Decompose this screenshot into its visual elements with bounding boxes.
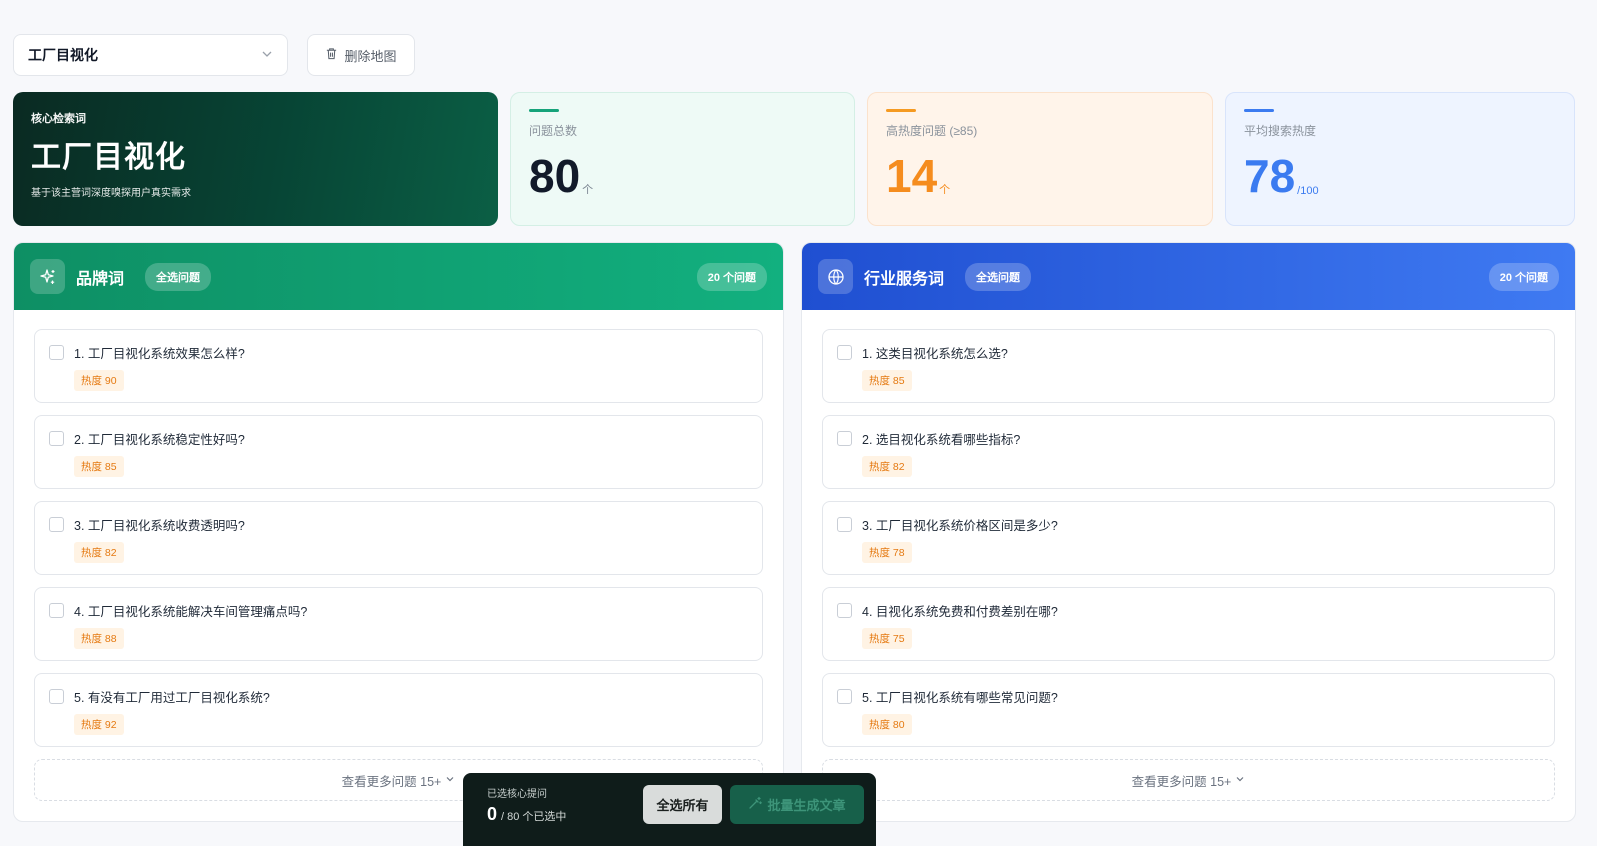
question-text: 4. 目视化系统免费和付费差别在哪? — [862, 605, 1058, 619]
core-keyword-eyebrow: 核心检索词 — [31, 113, 86, 125]
sparkle-icon — [30, 259, 65, 294]
heat-badge: 热度 88 — [74, 628, 124, 649]
question-text: 3. 工厂目视化系统价格区间是多少? — [862, 519, 1058, 533]
show-more-label: 查看更多问题 15+ — [341, 774, 442, 789]
select-all-button[interactable]: 全选所有 — [643, 785, 722, 824]
question-checkbox[interactable] — [49, 603, 64, 618]
question-checkbox[interactable] — [837, 345, 852, 360]
question-count-badge: 20 个问题 — [1488, 262, 1559, 291]
chevron-down-icon — [445, 773, 455, 787]
core-keyword-subtitle: 基于该主营词深度嗅探用户真实需求 — [31, 188, 191, 199]
question-text: 3. 工厂目视化系统收费透明吗? — [74, 519, 245, 533]
keyword-select[interactable]: 工厂目视化 — [13, 34, 288, 76]
stat-label: 高热度问题 (≥85) — [886, 124, 978, 138]
trash-icon — [325, 47, 338, 63]
question-text: 5. 工厂目视化系统有哪些常见问题? — [862, 691, 1058, 705]
chevron-down-icon — [1235, 773, 1245, 787]
show-more-button[interactable]: 查看更多问题 15+ — [822, 759, 1555, 801]
question-checkbox[interactable] — [49, 431, 64, 446]
stat-unit: 个 — [582, 184, 594, 196]
core-keyword-card: 核心检索词 工厂目视化 基于该主营词深度嗅探用户真实需求 — [13, 92, 498, 226]
stat-label: 平均搜索热度 — [1244, 124, 1317, 138]
question-item[interactable]: 3. 工厂目视化系统价格区间是多少? 热度 78 — [822, 501, 1555, 575]
question-count-badge: 20 个问题 — [696, 262, 767, 291]
core-keyword-title: 工厂目视化 — [31, 141, 186, 174]
stat-value: 14 — [886, 150, 938, 202]
stat-value: 78 — [1244, 150, 1296, 202]
stat-unit: /100 — [1297, 185, 1319, 197]
stat-card-avg-heat: 平均搜索热度 78 /100 — [1225, 92, 1575, 226]
stat-accent-bar — [886, 109, 916, 112]
magic-wand-icon — [748, 796, 763, 813]
selected-total-text: / 80 个已选中 — [501, 811, 567, 823]
select-all-questions-button[interactable]: 全选问题 — [145, 262, 212, 291]
heat-badge: 热度 78 — [862, 542, 912, 563]
question-text: 4. 工厂目视化系统能解决车间管理痛点吗? — [74, 605, 308, 619]
question-text: 5. 有没有工厂用过工厂目视化系统? — [74, 691, 270, 705]
question-checkbox[interactable] — [49, 517, 64, 532]
question-item[interactable]: 2. 工厂目视化系统稳定性好吗? 热度 85 — [34, 415, 763, 489]
panel-header: 行业服务词 全选问题 20 个问题 — [802, 243, 1575, 310]
brand-keywords-panel: 品牌词 全选问题 20 个问题 1. 工厂目视化系统效果怎么样? 热度 90 2… — [13, 242, 784, 822]
selection-label: 已选核心提问 — [487, 789, 547, 800]
select-all-questions-button[interactable]: 全选问题 — [965, 262, 1032, 291]
heat-badge: 热度 82 — [862, 456, 912, 477]
heat-badge: 热度 92 — [74, 714, 124, 735]
panel-title: 品牌词 — [76, 270, 125, 288]
heat-badge: 热度 75 — [862, 628, 912, 649]
selection-action-bar: 已选核心提问 0 / 80 个已选中 全选所有 批量生成文章 — [463, 773, 876, 846]
question-item[interactable]: 3. 工厂目视化系统收费透明吗? 热度 82 — [34, 501, 763, 575]
stat-accent-bar — [1244, 109, 1274, 112]
question-item[interactable]: 4. 目视化系统免费和付费差别在哪? 热度 75 — [822, 587, 1555, 661]
stat-card-total: 问题总数 80 个 — [510, 92, 855, 226]
industry-service-panel: 行业服务词 全选问题 20 个问题 1. 这类目视化系统怎么选? 热度 85 2… — [801, 242, 1576, 822]
question-item[interactable]: 1. 工厂目视化系统效果怎么样? 热度 90 — [34, 329, 763, 403]
panel-header: 品牌词 全选问题 20 个问题 — [14, 243, 783, 310]
stat-unit: 个 — [939, 184, 951, 196]
globe-icon — [818, 259, 853, 294]
heat-badge: 热度 82 — [74, 542, 124, 563]
question-text: 1. 这类目视化系统怎么选? — [862, 347, 1008, 361]
question-item[interactable]: 4. 工厂目视化系统能解决车间管理痛点吗? 热度 88 — [34, 587, 763, 661]
question-text: 2. 选目视化系统看哪些指标? — [862, 433, 1021, 447]
question-checkbox[interactable] — [837, 431, 852, 446]
question-item[interactable]: 5. 工厂目视化系统有哪些常见问题? 热度 80 — [822, 673, 1555, 747]
question-text: 1. 工厂目视化系统效果怎么样? — [74, 347, 245, 361]
heat-badge: 热度 85 — [862, 370, 912, 391]
heat-badge: 热度 90 — [74, 370, 124, 391]
question-text: 2. 工厂目视化系统稳定性好吗? — [74, 433, 245, 447]
question-item[interactable]: 2. 选目视化系统看哪些指标? 热度 82 — [822, 415, 1555, 489]
question-item[interactable]: 5. 有没有工厂用过工厂目视化系统? 热度 92 — [34, 673, 763, 747]
show-more-label: 查看更多问题 15+ — [1131, 774, 1232, 789]
delete-map-button[interactable]: 删除地图 — [307, 34, 415, 76]
batch-generate-button[interactable]: 批量生成文章 — [730, 785, 864, 824]
heat-badge: 热度 80 — [862, 714, 912, 735]
question-checkbox[interactable] — [49, 345, 64, 360]
keyword-select-value: 工厂目视化 — [28, 47, 98, 63]
heat-badge: 热度 85 — [74, 456, 124, 477]
stat-accent-bar — [529, 109, 559, 112]
stat-value: 80 — [529, 150, 581, 202]
stat-label: 问题总数 — [529, 124, 578, 138]
panel-title: 行业服务词 — [864, 270, 945, 288]
batch-generate-label: 批量生成文章 — [767, 798, 846, 813]
question-item[interactable]: 1. 这类目视化系统怎么选? 热度 85 — [822, 329, 1555, 403]
stat-card-high-heat: 高热度问题 (≥85) 14 个 — [867, 92, 1213, 226]
delete-map-label: 删除地图 — [344, 48, 397, 64]
question-checkbox[interactable] — [837, 689, 852, 704]
question-checkbox[interactable] — [837, 603, 852, 618]
selected-count: 0 — [487, 804, 498, 824]
question-checkbox[interactable] — [837, 517, 852, 532]
question-checkbox[interactable] — [49, 689, 64, 704]
chevron-down-icon — [261, 48, 273, 63]
